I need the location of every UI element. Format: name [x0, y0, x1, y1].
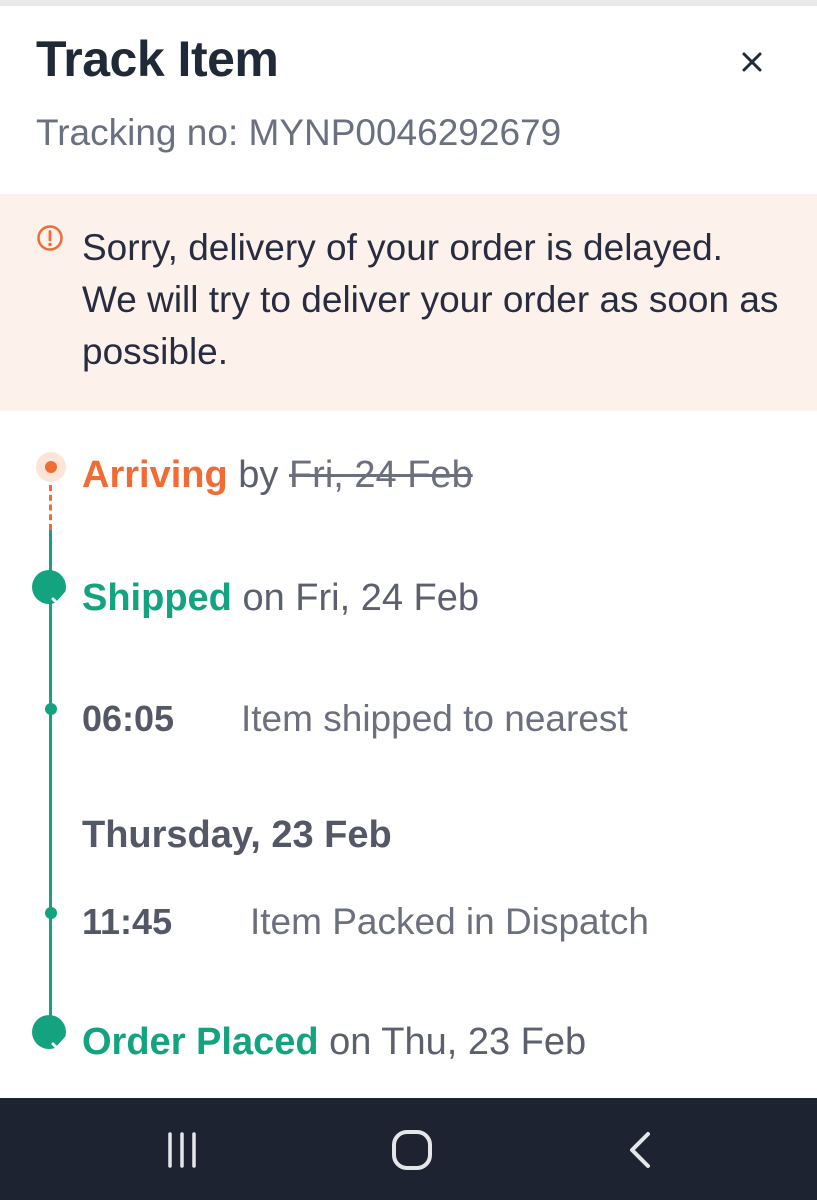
order-placed-date: on Thu, 23 Feb [329, 1021, 587, 1063]
event-time-container: 06:05 a.m [82, 694, 232, 752]
shipped-status: Shipped on Fri, 24 Feb [82, 577, 479, 620]
timeline-pending-connector [49, 485, 52, 530]
event-dot [45, 907, 57, 919]
event-description-container: Item Packed in Dispatch Warehouse [250, 897, 730, 955]
recents-button[interactable] [158, 1126, 206, 1174]
recents-icon [168, 1132, 196, 1168]
delay-alert-banner: Sorry, delivery of your order is delayed… [0, 194, 817, 411]
event-dot [45, 703, 57, 715]
close-icon [742, 52, 762, 72]
order-placed-label: Order Placed [82, 1021, 319, 1063]
arriving-label: Arriving [82, 454, 228, 496]
day-header: Thursday, 23 Feb [82, 814, 392, 856]
event-description-container: Item shipped to nearest delivery center [241, 694, 721, 752]
arriving-status: Arriving by Fri, 24 Feb [82, 454, 473, 497]
shipped-check-icon [32, 570, 68, 605]
arriving-connector: by [238, 454, 279, 496]
back-icon [630, 1132, 650, 1168]
event-time: 11:45 p.m [82, 901, 173, 955]
tracking-number: Tracking no: MYNP0046292679 [36, 112, 562, 153]
event-time: 06:05 a.m [82, 698, 175, 752]
alert-circle-icon [37, 225, 63, 251]
sheet-top-edge [0, 0, 817, 6]
order-placed-check-icon [32, 1015, 68, 1050]
order-placed-status: Order Placed on Thu, 23 Feb [82, 1021, 586, 1064]
event-time-container: 11:45 p.m [82, 897, 232, 955]
system-navigation-bar [0, 1098, 817, 1200]
event-description: Item Packed in Dispatch Warehouse [250, 901, 649, 955]
event-description: Item shipped to nearest delivery center [241, 698, 628, 752]
close-button[interactable] [730, 40, 774, 84]
back-button[interactable] [618, 1126, 666, 1174]
home-icon [392, 1130, 432, 1170]
delay-message: Sorry, delivery of your order is delayed… [82, 227, 779, 372]
arriving-dot [45, 461, 57, 473]
page-title: Track Item [36, 31, 279, 87]
home-button[interactable] [388, 1126, 436, 1174]
shipped-date: on Fri, 24 Feb [242, 577, 480, 619]
arriving-original-date: Fri, 24 Feb [288, 454, 473, 496]
shipped-label: Shipped [82, 577, 232, 619]
